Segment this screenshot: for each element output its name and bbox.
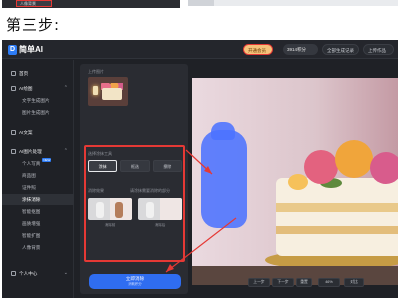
app-header: D 简单AI 开通会员 3914积分 全部生成记录 上传作品 (2, 40, 398, 59)
logo-text: 简单AI (19, 45, 43, 54)
sidebar-item-ai-copy[interactable]: AI文案 (2, 127, 74, 138)
sidebar-item-product[interactable]: 商品图 (2, 170, 74, 181)
user-icon (11, 271, 16, 277)
brush-tool-button[interactable]: 涂抹 (88, 160, 118, 172)
previous-content (188, 0, 398, 6)
chevron-down-icon: ⌄ (63, 270, 68, 276)
new-badge: NEW (42, 158, 52, 162)
reset-button[interactable]: 重置 (296, 278, 312, 287)
eraser-tool-button[interactable]: 擦除 (152, 160, 182, 172)
sidebar-item-erase[interactable]: 涂抹消除 (2, 194, 74, 205)
sidebar-item-cutout[interactable]: 智能抠图 (2, 206, 74, 217)
effects-hint: 请涂抹需要消除的部分 (130, 188, 170, 193)
undo-button[interactable]: 上一步 (248, 278, 270, 287)
tool-options: 涂抹 框选 擦除 (88, 160, 182, 172)
sidebar-item-profile[interactable]: 个人中心 ⌄ (2, 268, 74, 279)
uploaded-image-thumbnail[interactable] (88, 77, 128, 106)
sidebar-item-id-photo[interactable]: 证件照 (2, 182, 74, 193)
sidebar-item-home[interactable]: 首页 (2, 68, 74, 79)
sidebar-item-enhance[interactable]: 画质增强 (2, 218, 74, 229)
compare-button[interactable]: 对比 (344, 278, 364, 287)
canvas-toolbar: 上一步 下一步 重置 46% 对比 (248, 278, 398, 287)
sidebar-item-ai-draw[interactable]: AI绘图 ⌃ (2, 83, 74, 94)
step-label: 第三步: (6, 16, 61, 34)
upload-work-button[interactable]: 上传作品 (363, 44, 394, 55)
app-window: D 简单AI 开通会员 3914积分 全部生成记录 上传作品 首页 AI绘图 ⌃ … (2, 40, 398, 298)
erase-now-button[interactable]: 立即消除 消耗积分 (89, 274, 181, 289)
sidebar-item-expand[interactable]: 智能扩图 (2, 230, 74, 241)
logo-icon: D (8, 44, 17, 55)
image-icon (11, 86, 16, 92)
sidebar-item-portrait-bg[interactable]: 人像背景 (2, 242, 74, 253)
tool-panel: 上传图片 选择涂抹工具 涂抹 框选 擦除 消除效果 请涂抹需要消除的部分 消除前… (80, 64, 188, 294)
effects-label: 消除效果 (88, 188, 104, 193)
redo-button[interactable]: 下一步 (272, 278, 294, 287)
select-tool-button[interactable]: 框选 (120, 160, 150, 172)
sidebar-item-text-to-image[interactable]: 文字生成图片 (2, 95, 74, 106)
sample-after: 消除后 (138, 198, 182, 232)
erase-mask-body[interactable] (201, 130, 247, 228)
document-icon (11, 130, 16, 136)
example-samples: 消除前 消除后 (88, 198, 182, 232)
tool-section-label: 选择涂抹工具 (88, 151, 112, 156)
upload-label: 上传图片 (88, 69, 104, 74)
previous-highlighted-item: 人像背景 (16, 0, 52, 7)
chevron-up-icon: ⌃ (63, 148, 68, 154)
sidebar: 首页 AI绘图 ⌃ 文字生成图片 图片生成图片 AI文案 AI图片处理 ⌃ 个人写真… (2, 60, 74, 298)
image-canvas[interactable] (192, 78, 398, 285)
chevron-up-icon: ⌃ (63, 85, 68, 91)
history-button[interactable]: 全部生成记录 (322, 44, 359, 55)
points-badge[interactable]: 3914积分 (283, 44, 318, 55)
home-icon (11, 71, 16, 77)
open-membership-button[interactable]: 开通会员 (243, 44, 273, 55)
sample-before: 消除前 (88, 198, 132, 232)
sidebar-item-portrait[interactable]: 个人写真NEW (2, 158, 74, 169)
sidebar-item-image-to-image[interactable]: 图片生成图片 (2, 107, 74, 118)
zoom-indicator[interactable]: 46% (318, 278, 340, 287)
magic-icon (11, 149, 16, 155)
sidebar-item-ai-image-processing[interactable]: AI图片处理 ⌃ (2, 146, 74, 157)
previous-step-strip: 人像背景 (0, 0, 400, 8)
logo[interactable]: D 简单AI (8, 44, 43, 55)
previous-sidebar: 人像背景 (2, 0, 180, 8)
